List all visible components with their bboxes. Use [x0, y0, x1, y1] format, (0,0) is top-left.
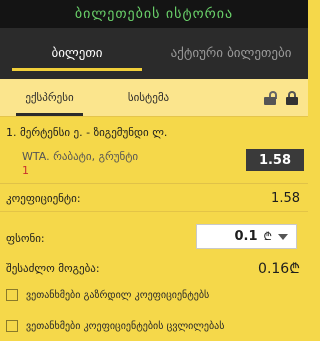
checkbox[interactable] — [6, 320, 18, 332]
main-tabs: ბილეთი აქტიური ბილეთები — [0, 28, 308, 79]
bet-index: 1. — [6, 126, 17, 139]
tab-active-tickets-label: აქტიური ბილეთები — [170, 46, 292, 61]
bet-event: მერტენსი ე. - ზიგემუნდი ლ. — [20, 126, 168, 139]
tab-active-tickets[interactable]: აქტიური ბილეთები — [154, 28, 308, 79]
stake-label: ფსონი: — [6, 231, 45, 245]
option-odds-change[interactable]: ვეთანხმები კოეფიციენტების ცვლილებას — [6, 320, 224, 332]
tab-ticket-label: ბილეთი — [51, 46, 103, 61]
tab-express[interactable]: ექსპრესი — [0, 79, 99, 116]
lock-open-icon[interactable] — [264, 90, 277, 105]
history-title: ბილეთების ისტორია — [74, 6, 234, 22]
coefficient-row: კოეფიციენტი: 1.58 — [0, 186, 308, 210]
sub-tabs: ექსპრესი სისტემა — [0, 79, 308, 117]
possible-win-row: შესაძლო მოგება: 0.16₾ — [0, 256, 308, 280]
bet-title: 1. მერტენსი ე. - ზიგემუნდი ლ. — [6, 126, 167, 139]
option-increased-odds[interactable]: ვეთანხმები გაზრდილ კოეფიციენტებს — [6, 289, 209, 301]
tab-express-label: ექსპრესი — [25, 91, 74, 104]
chevron-down-icon[interactable] — [278, 233, 288, 240]
tab-system-label: სისტემა — [127, 91, 170, 104]
checkbox[interactable] — [6, 289, 18, 301]
coefficient-value: 1.58 — [271, 190, 300, 206]
option-odds-change-label: ვეთანხმები კოეფიციენტების ცვლილებას — [26, 320, 225, 332]
sub-tabs-icons — [198, 79, 308, 116]
coefficient-label: კოეფიციენტი: — [6, 191, 81, 205]
history-header[interactable]: ბილეთების ისტორია — [0, 0, 308, 28]
bet-odd-value: 1.58 — [258, 152, 292, 168]
bet-count: 1 — [22, 164, 29, 177]
tab-system[interactable]: სისტემა — [99, 79, 198, 116]
currency-icon: ₾ — [263, 230, 272, 243]
stake-input[interactable]: 0.1 ₾ — [196, 224, 297, 249]
bet-tournament: WTA. რაბატი, გრუნტი — [22, 150, 139, 163]
bet-odd-badge: 1.58 — [246, 149, 304, 171]
option-increased-odds-label: ვეთანხმები გაზრდილ კოეფიციენტებს — [26, 289, 210, 301]
possible-win-label: შესაძლო მოგება: — [6, 261, 100, 275]
stake-value[interactable]: 0.1 — [197, 229, 264, 244]
bet-card: 1. მერტენსი ე. - ზიგემუნდი ლ. × WTA. რაბ… — [0, 118, 308, 184]
divider — [0, 211, 308, 212]
lock-icon[interactable] — [286, 90, 298, 105]
tab-ticket[interactable]: ბილეთი — [0, 28, 154, 79]
possible-win-value: 0.16₾ — [258, 260, 300, 277]
